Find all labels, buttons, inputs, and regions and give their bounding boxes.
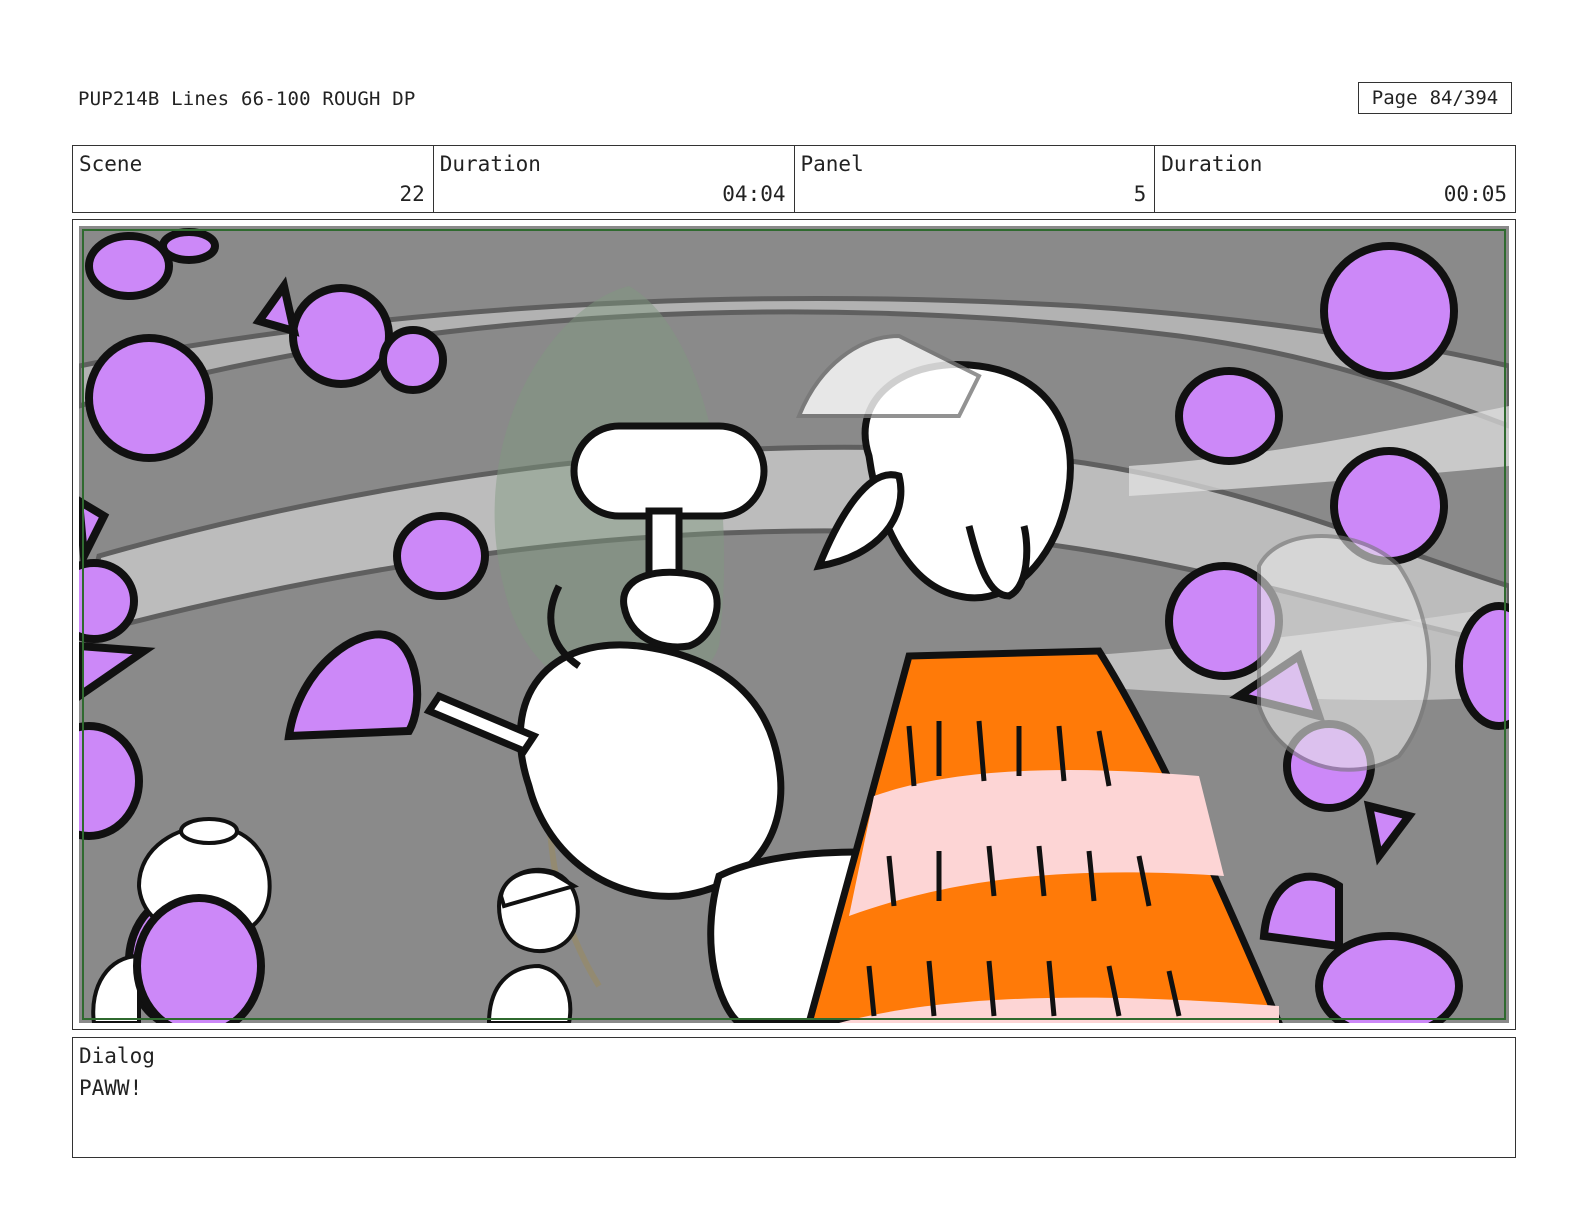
scene-info-row: Scene 22 Duration 04:04 Panel 5 Duration… bbox=[72, 145, 1516, 213]
scene-value: 22 bbox=[399, 182, 425, 206]
candy-top-left-1 bbox=[85, 232, 173, 300]
scene-duration-value: 04:04 bbox=[722, 182, 786, 206]
character-hand bbox=[620, 568, 721, 651]
small-pup-left-hat bbox=[179, 817, 239, 845]
candy-top-right-1 bbox=[1320, 242, 1458, 380]
panel-duration-cell: Duration 00:05 bbox=[1155, 146, 1515, 212]
storyboard-drawing bbox=[79, 226, 1509, 1023]
dialog-box: Dialog PAWW! bbox=[72, 1037, 1516, 1158]
scene-duration-cell: Duration 04:04 bbox=[434, 146, 795, 212]
panel-label: Panel bbox=[800, 152, 864, 176]
document-title: PUP214B Lines 66-100 ROUGH DP bbox=[78, 88, 416, 110]
candy-bottom-right bbox=[1315, 932, 1463, 1023]
panel-value: 5 bbox=[1133, 182, 1147, 206]
candy-right-edge bbox=[1455, 602, 1509, 730]
candy-wrapped-center bbox=[289, 284, 393, 388]
page-indicator: Page 84/394 bbox=[1358, 82, 1512, 114]
candy-left-edge-2 bbox=[79, 559, 138, 643]
scene-duration-label: Duration bbox=[439, 152, 541, 176]
candy-center-left bbox=[393, 512, 489, 600]
panel-cell: Panel 5 bbox=[795, 146, 1156, 212]
page-label: Page bbox=[1371, 87, 1418, 109]
panel-duration-label: Duration bbox=[1161, 152, 1263, 176]
candy-bottom-left-front bbox=[133, 894, 265, 1023]
dialog-label: Dialog bbox=[79, 1044, 155, 1068]
candy-left-3 bbox=[85, 334, 213, 462]
candy-top-left-2 bbox=[159, 228, 219, 264]
candy-right-2 bbox=[1175, 367, 1283, 465]
mallet-head bbox=[570, 422, 768, 520]
candy-wrapper-right bbox=[379, 326, 447, 394]
storyboard-panel-frame bbox=[72, 219, 1516, 1030]
background-pup-sketch bbox=[1257, 534, 1431, 772]
panel-duration-value: 00:05 bbox=[1443, 182, 1507, 206]
scene-cell: Scene 22 bbox=[73, 146, 434, 212]
dialog-text: PAWW! bbox=[79, 1076, 143, 1100]
scene-label: Scene bbox=[79, 152, 143, 176]
page-value: 84/394 bbox=[1429, 87, 1499, 109]
